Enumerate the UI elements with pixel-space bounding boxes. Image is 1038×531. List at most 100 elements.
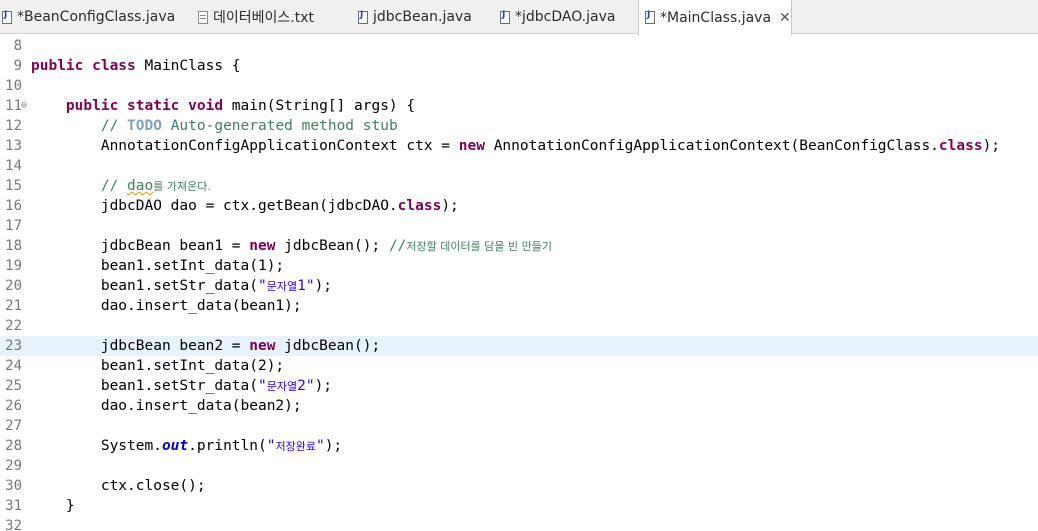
- code-text: jdbcBean bean1 = new jdbcBean(); //저장할 데…: [31, 236, 552, 257]
- code-text: jdbcBean bean2 = new jdbcBean();: [31, 336, 380, 356]
- code-token: );: [314, 378, 333, 394]
- line-number: 26: [5, 398, 22, 414]
- tab-jdbcbean[interactable]: J jdbcBean.java: [356, 0, 494, 34]
- code-token: bean1.setInt_data(2);: [31, 358, 285, 374]
- code-line[interactable]: 27: [0, 416, 1038, 436]
- tab-label: *MainClass.java: [660, 9, 772, 26]
- code-token: bean1.setStr_data(: [31, 278, 258, 294]
- line-number: 20: [5, 278, 22, 294]
- code-token: jdbcBean();: [275, 338, 381, 354]
- code-token: jdbcDAO dao = ctx.getBean(jdbcDAO.: [31, 198, 398, 214]
- code-token: public static void: [65, 98, 224, 114]
- code-token: }: [31, 498, 75, 514]
- code-token: dao: [127, 178, 154, 194]
- tab-database-txt[interactable]: 데이터베이스.txt: [196, 0, 352, 34]
- line-number: 24: [5, 358, 22, 374]
- code-token: 문자열: [266, 280, 298, 293]
- code-token: TODO: [127, 118, 162, 134]
- tab-mainclass[interactable]: J *MainClass.java ✕: [638, 0, 792, 35]
- code-line[interactable]: 23 jdbcBean bean2 = new jdbcBean();: [0, 336, 1038, 356]
- code-line[interactable]: 18 jdbcBean bean1 = new jdbcBean(); //저장…: [0, 236, 1038, 256]
- code-text: bean1.setInt_data(2);: [31, 356, 284, 376]
- editor-tab-bar: J *BeanConfigClass.java 데이터베이스.txt J jdb…: [0, 0, 1038, 35]
- code-line[interactable]: 8: [0, 36, 1038, 56]
- code-token: 저장완료: [275, 440, 316, 453]
- code-text: dao.insert_data(bean1);: [31, 296, 302, 316]
- code-token: .println(: [188, 438, 267, 454]
- code-line[interactable]: 24 bean1.setInt_data(2);: [0, 356, 1038, 376]
- code-token: //: [100, 178, 128, 194]
- code-token: );: [441, 198, 459, 214]
- code-text: }: [31, 496, 75, 516]
- code-line[interactable]: 28 System.out.println("저장완료");: [0, 436, 1038, 456]
- code-token: );: [314, 278, 333, 294]
- close-tab-icon[interactable]: ✕: [779, 10, 791, 26]
- code-editor[interactable]: 8 9 public class MainClass { 10 11 ⊖ public s…: [0, 34, 1038, 531]
- code-token: new: [249, 238, 276, 254]
- code-token: 를 가져온다.: [153, 180, 211, 193]
- code-token: ": [257, 278, 267, 294]
- code-line[interactable]: 30 ctx.close();: [0, 476, 1038, 496]
- code-line[interactable]: 26 dao.insert_data(bean2);: [0, 396, 1038, 416]
- code-line[interactable]: 29: [0, 456, 1038, 476]
- line-number: 13: [5, 138, 22, 154]
- code-line[interactable]: 11 ⊖ public static void main(String[] arg…: [0, 96, 1038, 116]
- code-text: bean1.setStr_data("문자열2");: [31, 376, 332, 397]
- code-line[interactable]: 31 }: [0, 496, 1038, 516]
- line-number: 9: [13, 58, 22, 74]
- tab-label: *BeanConfigClass.java: [17, 9, 176, 25]
- code-text: jdbcDAO dao = ctx.getBean(jdbcDAO.class)…: [31, 196, 459, 216]
- tab-jdbcdao[interactable]: J *jdbcDAO.java: [498, 0, 636, 34]
- line-number: 28: [5, 438, 22, 454]
- code-text: bean1.setInt_data(1);: [31, 256, 284, 276]
- code-line[interactable]: 20 bean1.setStr_data("문자열1");: [0, 276, 1038, 296]
- tab-beanconfigclass[interactable]: J *BeanConfigClass.java: [0, 0, 192, 34]
- code-text: // dao를 가져온다.: [31, 176, 211, 197]
- code-line[interactable]: 22: [0, 316, 1038, 336]
- code-token: //: [388, 238, 407, 254]
- code-line[interactable]: 25 bean1.setStr_data("문자열2");: [0, 376, 1038, 396]
- code-token: 저장할 데이터를 담을 빈 만들기: [406, 240, 552, 253]
- code-line[interactable]: 16 jdbcDAO dao = ctx.getBean(jdbcDAO.cla…: [0, 196, 1038, 216]
- code-line[interactable]: 12 // TODO Auto-generated method stub: [0, 116, 1038, 136]
- line-number: 27: [5, 418, 22, 434]
- code-text: AnnotationConfigApplicationContext ctx =…: [31, 136, 1000, 156]
- line-number: 15: [5, 178, 22, 194]
- line-number: 23: [5, 338, 22, 354]
- code-text: bean1.setStr_data("문자열1");: [31, 276, 332, 297]
- code-line[interactable]: 13 AnnotationConfigApplicationContext ct…: [0, 136, 1038, 156]
- code-token: //: [100, 118, 128, 134]
- code-line[interactable]: 9 public class MainClass {: [0, 56, 1038, 76]
- java-file-icon: J: [645, 10, 655, 24]
- code-line[interactable]: 10: [0, 76, 1038, 96]
- fold-toggle-icon[interactable]: ⊖: [21, 96, 27, 116]
- code-token: ": [315, 438, 325, 454]
- code-token: MainClass {: [135, 58, 241, 74]
- line-number: 10: [5, 78, 22, 94]
- line-number: 18: [5, 238, 22, 254]
- code-token: dao.insert_data(bean2);: [31, 398, 302, 414]
- code-token: );: [324, 438, 343, 454]
- code-line[interactable]: 32: [0, 516, 1038, 531]
- code-line[interactable]: 14: [0, 156, 1038, 176]
- code-token: Auto-generated method stub: [161, 118, 398, 134]
- line-number: 30: [5, 478, 22, 494]
- code-line[interactable]: 15 // dao를 가져온다.: [0, 176, 1038, 196]
- line-number: 32: [5, 518, 22, 531]
- code-text: public static void main(String[] args) {: [31, 96, 415, 116]
- java-file-icon: J: [358, 10, 368, 24]
- code-text: // TODO Auto-generated method stub: [31, 116, 398, 136]
- code-line[interactable]: 19 bean1.setInt_data(1);: [0, 256, 1038, 276]
- code-token: dao.insert_data(bean1);: [31, 298, 302, 314]
- code-line[interactable]: 17: [0, 216, 1038, 236]
- code-token: class: [397, 198, 442, 214]
- code-token: 문자열: [266, 380, 298, 393]
- code-line[interactable]: 21 dao.insert_data(bean1);: [0, 296, 1038, 316]
- line-number: 31: [5, 498, 22, 514]
- code-token: jdbcBean bean2 =: [31, 338, 250, 354]
- line-number: 22: [5, 318, 22, 334]
- code-token: );: [982, 138, 1001, 154]
- code-token: ctx.close();: [31, 478, 206, 494]
